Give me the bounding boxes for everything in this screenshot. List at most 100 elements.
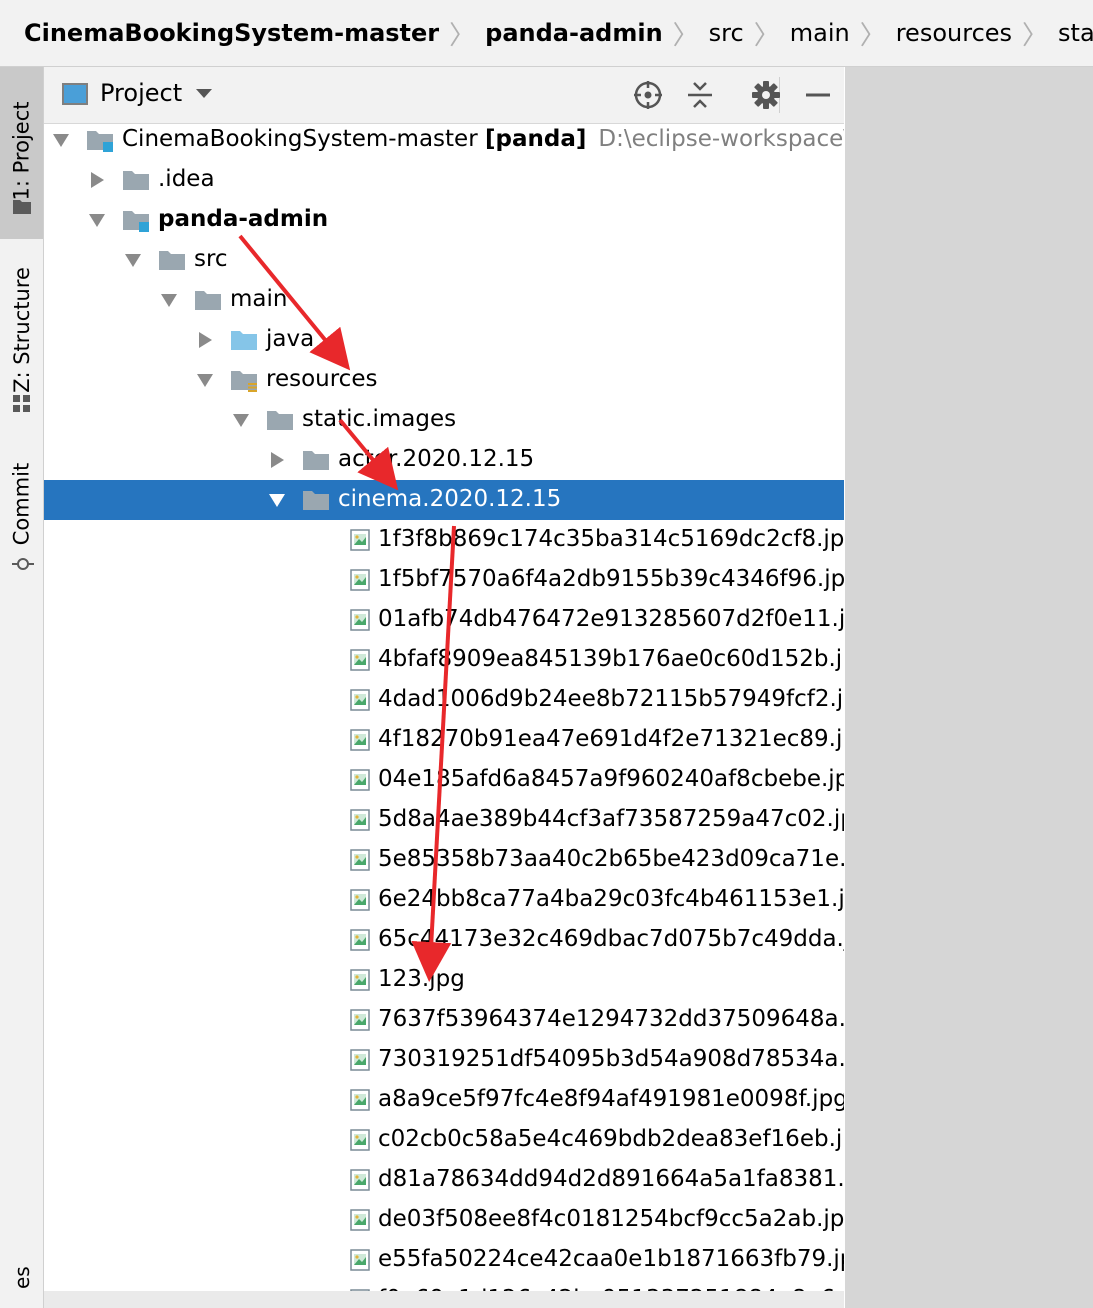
tree-item-label: 04e185afd6a8457a9f960240af8cbebe.jpg bbox=[378, 766, 844, 792]
tree-item-file[interactable]: d81a78634dd94d2d891664a5a1fa8381.jpg bbox=[44, 1160, 844, 1200]
tab-commit-label: Commit bbox=[9, 462, 34, 546]
editor-area bbox=[845, 67, 1093, 1308]
resources-folder-icon bbox=[230, 368, 258, 392]
tree-item-file[interactable]: 04e185afd6a8457a9f960240af8cbebe.jpg bbox=[44, 760, 844, 800]
expanded-arrow-icon[interactable] bbox=[268, 492, 286, 508]
tree-item-file[interactable]: 01afb74db476472e913285607d2f0e11.jpg bbox=[44, 600, 844, 640]
tree-item-file[interactable]: 4bfaf8909ea845139b176ae0c60d152b.jpg bbox=[44, 640, 844, 680]
tree-item-file[interactable]: 65c44173e32c469dbac7d075b7c49dda.jpg bbox=[44, 920, 844, 960]
collapsed-arrow-icon[interactable] bbox=[268, 452, 286, 468]
tab-project[interactable]: 1: Project bbox=[0, 67, 43, 239]
image-file-icon bbox=[350, 529, 370, 551]
tree-item-file[interactable]: 1f5bf7570a6f4a2db9155b39c4346f96.jpg bbox=[44, 560, 844, 600]
tree-item-main[interactable]: main bbox=[44, 280, 844, 320]
minimize-icon[interactable] bbox=[802, 79, 834, 111]
tree-item-file[interactable]: 1f3f8b869c174c35ba314c5169dc2cf8.jpg bbox=[44, 520, 844, 560]
tree-item-label: d81a78634dd94d2d891664a5a1fa8381.jpg bbox=[378, 1166, 844, 1192]
breadcrumb-item-src[interactable]: src bbox=[701, 19, 752, 47]
breadcrumb-separator: 〉 bbox=[859, 20, 886, 51]
folder-icon bbox=[158, 248, 186, 272]
tree-item-label: c02cb0c58a5e4c469bdb2dea83ef16eb.jpg bbox=[378, 1126, 844, 1152]
collapsed-arrow-icon[interactable] bbox=[88, 172, 106, 188]
tree-item-label: src bbox=[194, 246, 228, 272]
expanded-arrow-icon[interactable] bbox=[232, 412, 250, 428]
tree-item-file[interactable]: 4dad1006d9b24ee8b72115b57949fcf2.jpg bbox=[44, 680, 844, 720]
tree-item-file[interactable]: c02cb0c58a5e4c469bdb2dea83ef16eb.jpg bbox=[44, 1120, 844, 1160]
tree-item-static-images[interactable]: static.images bbox=[44, 400, 844, 440]
tree-item-file[interactable]: 4f18270b91ea47e691d4f2e71321ec89.jpg bbox=[44, 720, 844, 760]
image-file-icon bbox=[350, 729, 370, 751]
tree-root[interactable]: CinemaBookingSystem-master [panda] D:\ecl… bbox=[44, 120, 844, 160]
image-file-icon bbox=[350, 809, 370, 831]
tree-item-label: de03f508ee8f4c0181254bcf9cc5a2ab.jpg bbox=[378, 1206, 844, 1232]
tree-item-file[interactable]: 7637f53964374e1294732dd37509648a.jpg bbox=[44, 1000, 844, 1040]
breadcrumb-item-main[interactable]: main bbox=[782, 19, 858, 47]
breadcrumb-item-module[interactable]: panda-admin bbox=[477, 19, 671, 47]
breadcrumb-item-resources[interactable]: resources bbox=[888, 19, 1020, 47]
tree-item-file[interactable]: a8a9ce5f97fc4e8f94af491981e0098f.jpg bbox=[44, 1080, 844, 1120]
tree-item-cinema[interactable]: cinema.2020.12.15 bbox=[44, 480, 844, 520]
tree-item-file[interactable]: 730319251df54095b3d54a908d78534a.jpg bbox=[44, 1040, 844, 1080]
commit-icon bbox=[12, 558, 34, 570]
tree-item-label: 1f5bf7570a6f4a2db9155b39c4346f96.jpg bbox=[378, 566, 844, 592]
tree-item-label: 123.jpg bbox=[378, 966, 465, 992]
tree-item-file[interactable]: de03f508ee8f4c0181254bcf9cc5a2ab.jpg bbox=[44, 1200, 844, 1240]
tree-item-label: 4f18270b91ea47e691d4f2e71321ec89.jpg bbox=[378, 726, 844, 752]
project-toolbar: Project bbox=[44, 67, 844, 124]
folder-icon bbox=[122, 168, 150, 192]
image-file-icon bbox=[350, 1209, 370, 1231]
tree-item-file[interactable]: 5e85358b73aa40c2b65be423d09ca71e.jpg bbox=[44, 840, 844, 880]
collapse-all-icon[interactable] bbox=[684, 79, 716, 111]
tree-item-src[interactable]: src bbox=[44, 240, 844, 280]
tree-item-label: 7637f53964374e1294732dd37509648a.jpg bbox=[378, 1006, 844, 1032]
structure-icon bbox=[13, 395, 30, 412]
breadcrumb-separator: 〉 bbox=[672, 20, 699, 51]
panel-title[interactable]: Project bbox=[100, 79, 182, 107]
folder-icon bbox=[302, 488, 330, 512]
tree-item-label: 5e85358b73aa40c2b65be423d09ca71e.jpg bbox=[378, 846, 844, 872]
image-file-icon bbox=[350, 929, 370, 951]
tab-structure-label: Z: Structure bbox=[9, 267, 34, 393]
image-file-icon bbox=[350, 1129, 370, 1151]
tree-item-label: actor.2020.12.15 bbox=[338, 446, 535, 472]
tree-item-file[interactable]: e55fa50224ce42caa0e1b1871663fb79.jpg bbox=[44, 1240, 844, 1280]
expanded-arrow-icon[interactable] bbox=[52, 132, 70, 148]
tree-item-label: e55fa50224ce42caa0e1b1871663fb79.jpg bbox=[378, 1246, 844, 1272]
breadcrumb-item-project[interactable]: CinemaBookingSystem-master bbox=[0, 19, 447, 47]
source-folder-icon bbox=[230, 328, 258, 352]
tree-item-label: a8a9ce5f97fc4e8f94af491981e0098f.jpg bbox=[378, 1086, 844, 1112]
image-file-icon bbox=[350, 889, 370, 911]
image-file-icon bbox=[350, 1049, 370, 1071]
tab-bottom-fragment[interactable]: es bbox=[10, 1266, 34, 1289]
expanded-arrow-icon[interactable] bbox=[196, 372, 214, 388]
tree-item-panda-admin[interactable]: panda-admin bbox=[44, 200, 844, 240]
tab-project-label: 1: Project bbox=[9, 101, 34, 201]
tree-item-idea[interactable]: .idea bbox=[44, 160, 844, 200]
tree-item-file[interactable]: 123.jpg bbox=[44, 960, 844, 1000]
breadcrumb-separator: 〉 bbox=[1022, 20, 1049, 51]
project-view-icon bbox=[62, 83, 88, 105]
chevron-down-icon[interactable] bbox=[194, 87, 214, 101]
expanded-arrow-icon[interactable] bbox=[124, 252, 142, 268]
image-file-icon bbox=[350, 969, 370, 991]
tree-item-resources[interactable]: resources bbox=[44, 360, 844, 400]
tree-item-java[interactable]: java bbox=[44, 320, 844, 360]
tree-item-file[interactable]: 6e24bb8ca77a4ba29c03fc4b461153e1.jpg bbox=[44, 880, 844, 920]
folder-icon bbox=[13, 200, 31, 214]
image-file-icon bbox=[350, 569, 370, 591]
horizontal-scrollbar[interactable] bbox=[44, 1291, 844, 1308]
collapsed-arrow-icon[interactable] bbox=[196, 332, 214, 348]
tab-structure[interactable]: Z: Structure bbox=[0, 252, 43, 422]
project-panel: Project CinemaBookingSystem-master [pand… bbox=[44, 67, 844, 1308]
tree-item-actor[interactable]: actor.2020.12.15 bbox=[44, 440, 844, 480]
breadcrumb-item-static[interactable]: static bbox=[1050, 19, 1093, 47]
tab-commit[interactable]: Commit bbox=[0, 452, 43, 582]
tree-item-file[interactable]: 5d8a4ae389b44cf3af73587259a47c02.jpg bbox=[44, 800, 844, 840]
gear-icon[interactable] bbox=[750, 79, 782, 111]
expanded-arrow-icon[interactable] bbox=[160, 292, 178, 308]
folder-icon bbox=[302, 448, 330, 472]
target-icon[interactable] bbox=[632, 79, 664, 111]
expanded-arrow-icon[interactable] bbox=[88, 212, 106, 228]
tool-window-strip: 1: Project Z: Structure Commit es bbox=[0, 67, 44, 1308]
tree-item-label: cinema.2020.12.15 bbox=[338, 486, 562, 512]
